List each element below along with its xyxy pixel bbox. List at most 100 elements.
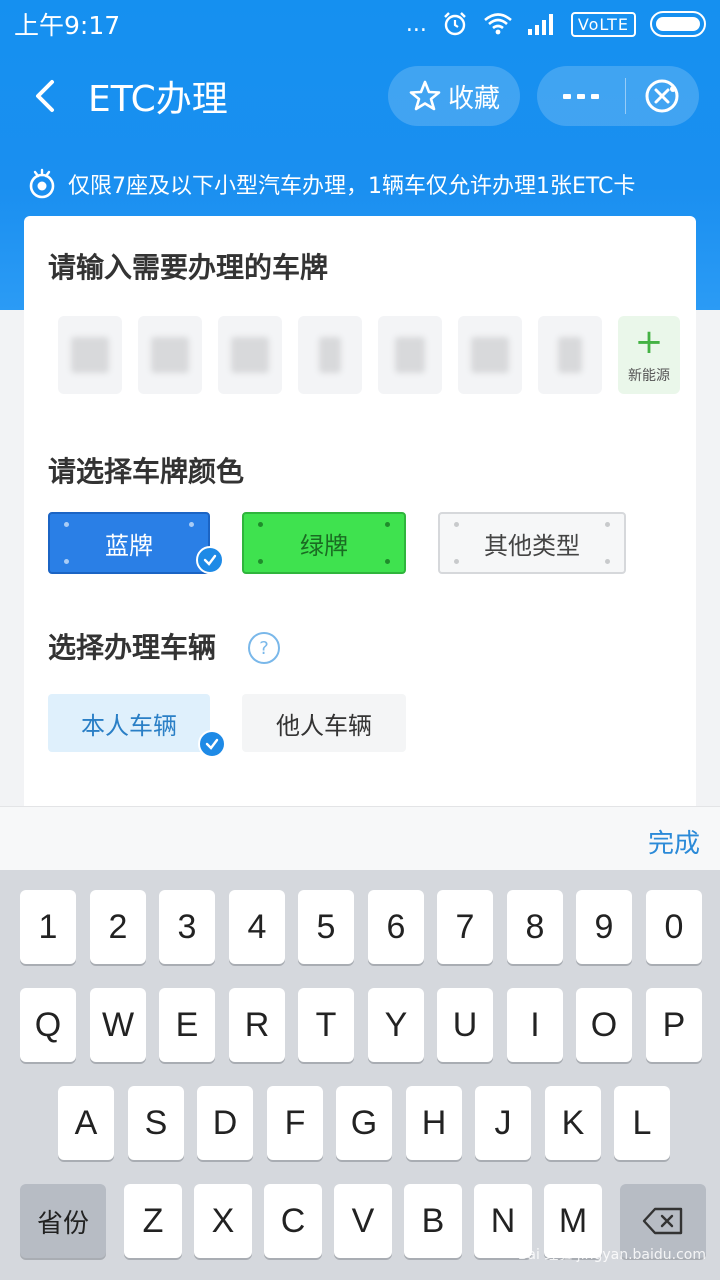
key-z[interactable]: Z bbox=[124, 1184, 182, 1258]
backspace-icon bbox=[642, 1207, 683, 1235]
plate-section-title: 请输入需要办理的车牌 bbox=[48, 251, 329, 284]
rivet bbox=[385, 559, 390, 564]
key-o[interactable]: O bbox=[576, 988, 632, 1062]
battery-icon bbox=[650, 11, 706, 37]
key-g[interactable]: G bbox=[336, 1086, 392, 1160]
plate-char-7[interactable] bbox=[538, 316, 602, 394]
key-p[interactable]: P bbox=[646, 988, 702, 1062]
plate-char-5[interactable] bbox=[378, 316, 442, 394]
plate-char-2[interactable] bbox=[138, 316, 202, 394]
alarm-icon bbox=[441, 10, 469, 38]
more-icon bbox=[563, 94, 599, 99]
blurred-char bbox=[151, 337, 189, 373]
check-icon bbox=[196, 546, 224, 574]
nav-bar: ETC办理 收藏 bbox=[0, 56, 720, 136]
blurred-char bbox=[71, 337, 109, 373]
plate-keyboard: 1 2 3 4 5 6 7 8 9 0 Q W E R T Y U I O P … bbox=[0, 870, 720, 1280]
key-0[interactable]: 0 bbox=[646, 890, 702, 964]
key-e[interactable]: E bbox=[159, 988, 215, 1062]
key-v[interactable]: V bbox=[334, 1184, 392, 1258]
blurred-char bbox=[395, 337, 425, 373]
plate-input-row: + 新能源 bbox=[58, 316, 680, 394]
key-j[interactable]: J bbox=[475, 1086, 531, 1160]
key-7[interactable]: 7 bbox=[437, 890, 493, 964]
key-w[interactable]: W bbox=[90, 988, 146, 1062]
key-9[interactable]: 9 bbox=[576, 890, 632, 964]
key-q[interactable]: Q bbox=[20, 988, 76, 1062]
key-3[interactable]: 3 bbox=[159, 890, 215, 964]
province-key[interactable]: 省份 bbox=[20, 1184, 106, 1258]
vehicle-self-button[interactable]: 本人车辆 bbox=[48, 694, 210, 752]
rivet bbox=[605, 559, 610, 564]
page-title: ETC办理 bbox=[88, 79, 228, 120]
key-6[interactable]: 6 bbox=[368, 890, 424, 964]
status-icons: ... VoLTE bbox=[406, 10, 706, 38]
key-l[interactable]: L bbox=[614, 1086, 670, 1160]
plate-char-4[interactable] bbox=[298, 316, 362, 394]
vehicle-section-title: 选择办理车辆 bbox=[48, 631, 217, 664]
key-f[interactable]: F bbox=[267, 1086, 323, 1160]
close-button[interactable] bbox=[626, 66, 698, 126]
new-energy-button[interactable]: + 新能源 bbox=[618, 316, 680, 394]
key-h[interactable]: H bbox=[406, 1086, 462, 1160]
wifi-icon bbox=[483, 12, 513, 36]
plate-char-3[interactable] bbox=[218, 316, 282, 394]
plate-color-label: 蓝牌 bbox=[105, 531, 153, 560]
watermark: Bai 经验 jingyan.baidu.com bbox=[517, 1247, 706, 1263]
blurred-char bbox=[471, 337, 509, 373]
key-u[interactable]: U bbox=[437, 988, 493, 1062]
back-arrow-icon bbox=[36, 80, 54, 112]
plate-char-1[interactable] bbox=[58, 316, 122, 394]
notice-text: 仅限7座及以下小型汽车办理，1辆车仅允许办理1张ETC卡 bbox=[68, 174, 636, 199]
plate-color-label: 绿牌 bbox=[300, 531, 348, 560]
key-k[interactable]: K bbox=[545, 1086, 601, 1160]
plus-icon: + bbox=[634, 322, 664, 362]
vehicle-other-button[interactable]: 他人车辆 bbox=[242, 694, 406, 752]
key-r[interactable]: R bbox=[229, 988, 285, 1062]
key-x[interactable]: X bbox=[194, 1184, 252, 1258]
more-button[interactable] bbox=[537, 66, 625, 126]
form-card: 请输入需要办理的车牌 + 新能源 请选择车牌颜色 蓝牌 绿牌 其他类型 选择办理… bbox=[24, 216, 696, 816]
blurred-char bbox=[319, 337, 341, 373]
rivet bbox=[385, 522, 390, 527]
help-icon[interactable]: ? bbox=[248, 632, 280, 664]
back-button[interactable] bbox=[4, 56, 84, 136]
plate-color-blue[interactable]: 蓝牌 bbox=[48, 512, 210, 574]
key-b[interactable]: B bbox=[404, 1184, 462, 1258]
key-8[interactable]: 8 bbox=[507, 890, 563, 964]
blurred-char bbox=[558, 337, 582, 373]
close-icon bbox=[645, 79, 679, 113]
rivet bbox=[605, 522, 610, 527]
status-dots: ... bbox=[405, 11, 427, 37]
key-s[interactable]: S bbox=[128, 1086, 184, 1160]
rivet bbox=[64, 559, 69, 564]
plate-char-6[interactable] bbox=[458, 316, 522, 394]
favorite-button[interactable]: 收藏 bbox=[388, 66, 520, 126]
key-i[interactable]: I bbox=[507, 988, 563, 1062]
key-1[interactable]: 1 bbox=[20, 890, 76, 964]
plate-color-other[interactable]: 其他类型 bbox=[438, 512, 626, 574]
rivet bbox=[454, 559, 459, 564]
key-5[interactable]: 5 bbox=[298, 890, 354, 964]
rivet bbox=[258, 522, 263, 527]
check-icon bbox=[198, 730, 226, 758]
new-energy-label: 新能源 bbox=[628, 368, 670, 384]
key-d[interactable]: D bbox=[197, 1086, 253, 1160]
key-y[interactable]: Y bbox=[368, 988, 424, 1062]
key-c[interactable]: C bbox=[264, 1184, 322, 1258]
blurred-char bbox=[231, 337, 269, 373]
vehicle-option-label: 他人车辆 bbox=[276, 711, 372, 740]
signal-icon bbox=[527, 12, 557, 36]
key-t[interactable]: T bbox=[298, 988, 354, 1062]
favorite-label: 收藏 bbox=[447, 83, 500, 114]
color-section-title: 请选择车牌颜色 bbox=[48, 455, 245, 488]
key-4[interactable]: 4 bbox=[229, 890, 285, 964]
network-label: VoLTE bbox=[570, 11, 636, 37]
rivet bbox=[258, 559, 263, 564]
key-2[interactable]: 2 bbox=[90, 890, 146, 964]
keyboard-toolbar: 完成 bbox=[0, 806, 720, 870]
plate-color-green[interactable]: 绿牌 bbox=[242, 512, 406, 574]
star-icon bbox=[409, 80, 441, 111]
key-a[interactable]: A bbox=[58, 1086, 114, 1160]
done-button[interactable]: 完成 bbox=[648, 823, 700, 860]
